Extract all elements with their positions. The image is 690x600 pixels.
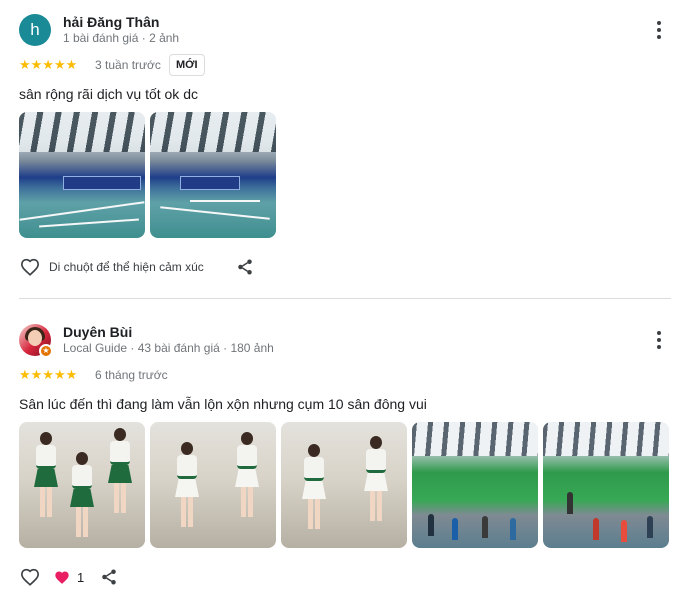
review-photo[interactable] <box>150 422 276 548</box>
reviewer-avatar[interactable]: h <box>19 14 51 46</box>
reviewer-meta: 1 bài đánh giá · 2 ảnh <box>63 31 180 45</box>
review-text: sân rộng rãi dịch vụ tốt ok dc <box>19 86 198 102</box>
reaction-hint: Di chuột để thể hiện cảm xúc <box>49 260 204 274</box>
review-text: Sân lúc đến thì đang làm vẫn lộn xộn như… <box>19 396 427 412</box>
local-guide-star-icon: ★ <box>39 344 53 358</box>
review-photo[interactable] <box>150 112 276 238</box>
new-badge: MỚI <box>169 54 205 76</box>
reviewer-name[interactable]: Duyên Bùi <box>63 324 132 340</box>
review-photo[interactable] <box>412 422 538 548</box>
review-photo[interactable] <box>281 422 407 548</box>
review-photo[interactable] <box>19 112 145 238</box>
review-time: 3 tuần trước <box>95 58 161 72</box>
heart-filled-icon[interactable] <box>53 568 71 586</box>
share-icon[interactable] <box>98 566 120 588</box>
review-divider <box>19 298 671 299</box>
share-icon[interactable] <box>234 256 256 278</box>
review-time: 6 tháng trước <box>95 368 168 382</box>
star-rating: ★★★★★ <box>19 57 78 72</box>
more-options-icon[interactable] <box>650 330 668 350</box>
star-rating: ★★★★★ <box>19 367 78 382</box>
heart-outline-icon[interactable] <box>19 566 41 588</box>
more-options-icon[interactable] <box>650 20 668 40</box>
like-count: 1 <box>77 570 85 585</box>
reviewer-name[interactable]: hải Đăng Thân <box>63 14 159 30</box>
reviewer-meta: Local Guide · 43 bài đánh giá · 180 ảnh <box>63 341 274 355</box>
heart-outline-icon[interactable] <box>19 256 41 278</box>
review-photo[interactable] <box>19 422 145 548</box>
review-photo[interactable] <box>543 422 669 548</box>
